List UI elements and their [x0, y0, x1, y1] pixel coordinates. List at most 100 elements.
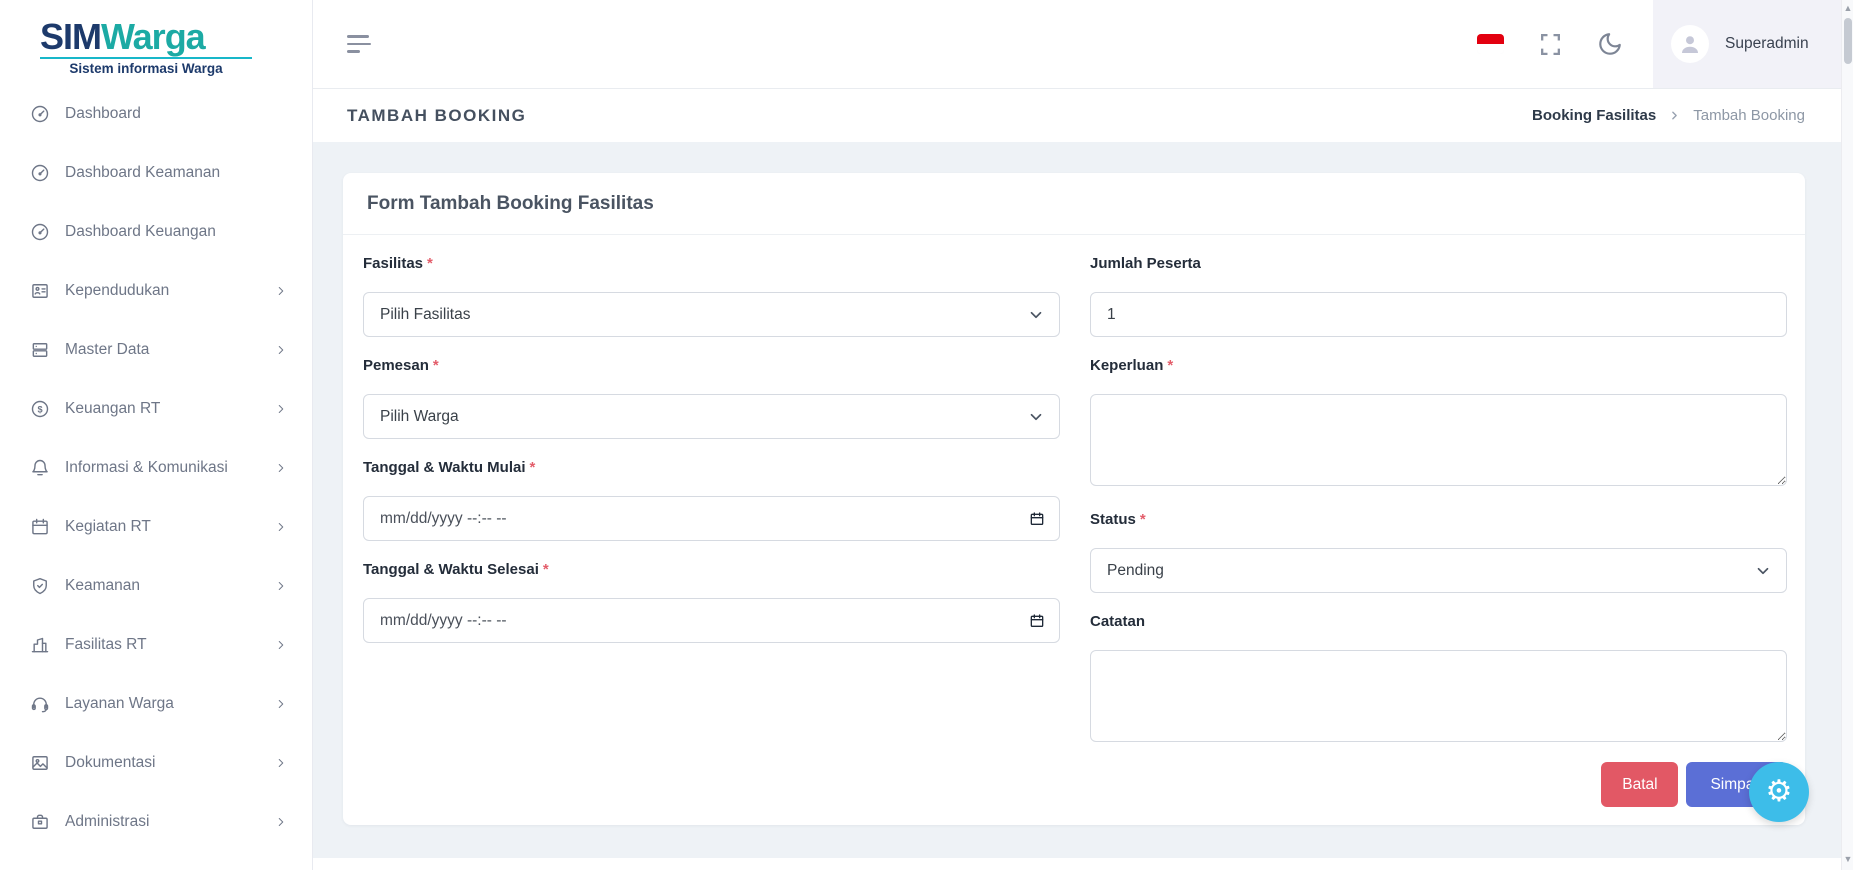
- sidebar-item-keuangan-rt[interactable]: $ Keuangan RT: [0, 379, 312, 438]
- page-scrollbar[interactable]: ▲ ▼: [1841, 0, 1853, 870]
- calendar-icon[interactable]: [1029, 613, 1045, 629]
- moon-icon[interactable]: [1597, 31, 1623, 57]
- sidebar-item-dashboard-keuangan[interactable]: Dashboard Keuangan: [0, 202, 312, 261]
- sidebar-item-label: Kependudukan: [65, 282, 274, 300]
- brand-word-secondary: Warga: [101, 16, 205, 57]
- breadcrumb-current: Tambah Booking: [1693, 107, 1805, 124]
- sidebar-menu: Dashboard Dashboard Keamanan Dashboard K…: [0, 84, 312, 851]
- brand-logo[interactable]: SIMWarga Sistem informasi Warga: [0, 0, 312, 76]
- sidebar-item-label: Fasilitas RT: [65, 636, 274, 654]
- status-select[interactable]: Pending: [1090, 548, 1787, 593]
- brand-tagline: Sistem informasi Warga: [40, 61, 252, 76]
- avatar: [1671, 25, 1709, 63]
- tanggal-selesai-label: Tanggal & Waktu Selesai*: [363, 561, 1060, 579]
- sidebar-item-label: Dashboard: [65, 105, 288, 123]
- catatan-textarea[interactable]: [1090, 650, 1787, 742]
- id-card-icon: [30, 281, 50, 301]
- chevron-right-icon: [274, 697, 288, 711]
- sidebar-item-keamanan[interactable]: Keamanan: [0, 556, 312, 615]
- chevron-right-icon: [274, 343, 288, 357]
- required-asterisk: *: [433, 357, 439, 374]
- breadcrumb-parent-link[interactable]: Booking Fasilitas: [1532, 107, 1656, 124]
- gauge-icon: [30, 222, 50, 242]
- sidebar-item-fasilitas-rt[interactable]: Fasilitas RT: [0, 615, 312, 674]
- sidebar-item-label: Informasi & Komunikasi: [65, 459, 274, 477]
- chevron-right-icon: [1668, 109, 1681, 122]
- tanggal-mulai-datetime-input[interactable]: mm/dd/yyyy --:-- --: [363, 496, 1060, 541]
- sidebar-item-label: Master Data: [65, 341, 274, 359]
- scroll-up-icon[interactable]: ▲: [1842, 3, 1853, 13]
- sidebar-item-label: Dokumentasi: [65, 754, 274, 772]
- sidebar-item-dokumentasi[interactable]: Dokumentasi: [0, 733, 312, 792]
- booking-form: Fasilitas* Pilih Fasilitas Pemesan* Pili…: [343, 235, 1805, 767]
- chevron-right-icon: [274, 284, 288, 298]
- scroll-down-icon[interactable]: ▼: [1842, 854, 1853, 864]
- indonesia-flag-icon[interactable]: [1477, 34, 1504, 54]
- app-root: SIMWarga Sistem informasi Warga Dashboar…: [0, 0, 1853, 870]
- page-title-bar: TAMBAH BOOKING Booking Fasilitas Tambah …: [313, 89, 1841, 142]
- brand-wordmark: SIMWarga: [40, 18, 312, 56]
- form-card-header: Form Tambah Booking Fasilitas: [343, 173, 1805, 235]
- pemesan-selected-value: Pilih Warga: [380, 408, 459, 426]
- calendar-icon: [30, 517, 50, 537]
- jumlah-peserta-input[interactable]: [1090, 292, 1787, 337]
- svg-text:$: $: [37, 404, 42, 414]
- required-asterisk: *: [530, 459, 536, 476]
- main-area: Superadmin TAMBAH BOOKING Booking Fasili…: [313, 0, 1841, 870]
- sidebar-item-dashboard-keamanan[interactable]: Dashboard Keamanan: [0, 143, 312, 202]
- headset-icon: [30, 694, 50, 714]
- datetime-placeholder: mm/dd/yyyy --:-- --: [380, 612, 507, 630]
- form-card-title: Form Tambah Booking Fasilitas: [367, 193, 654, 215]
- field-pemesan: Pemesan* Pilih Warga: [363, 357, 1060, 439]
- required-asterisk: *: [1167, 357, 1173, 374]
- pemesan-select[interactable]: Pilih Warga: [363, 394, 1060, 439]
- sidebar-item-informasi-komunikasi[interactable]: Informasi & Komunikasi: [0, 438, 312, 497]
- gauge-icon: [30, 163, 50, 183]
- sidebar-item-layanan-warga[interactable]: Layanan Warga: [0, 674, 312, 733]
- brand-word-primary: SIM: [40, 16, 101, 57]
- field-catatan: Catatan: [1090, 613, 1787, 747]
- fasilitas-label: Fasilitas*: [363, 255, 1060, 273]
- form-right-column: Jumlah Peserta Keperluan* Status* Pendin…: [1090, 255, 1787, 767]
- chevron-right-icon: [274, 520, 288, 534]
- catatan-label: Catatan: [1090, 613, 1787, 631]
- tanggal-selesai-datetime-input[interactable]: mm/dd/yyyy --:-- --: [363, 598, 1060, 643]
- briefcase-icon: [30, 812, 50, 832]
- sidebar-item-label: Kegiatan RT: [65, 518, 274, 536]
- field-fasilitas: Fasilitas* Pilih Fasilitas: [363, 255, 1060, 337]
- chevron-right-icon: [274, 461, 288, 475]
- top-header: Superadmin: [313, 0, 1841, 89]
- required-asterisk: *: [427, 255, 433, 272]
- sidebar-item-kependudukan[interactable]: Kependudukan: [0, 261, 312, 320]
- user-menu[interactable]: Superadmin: [1653, 0, 1841, 88]
- chevron-right-icon: [274, 756, 288, 770]
- pemesan-label: Pemesan*: [363, 357, 1060, 375]
- sidebar-item-label: Keuangan RT: [65, 400, 274, 418]
- sidebar-item-master-data[interactable]: Master Data: [0, 320, 312, 379]
- field-tanggal-mulai: Tanggal & Waktu Mulai* mm/dd/yyyy --:-- …: [363, 459, 1060, 541]
- database-icon: [30, 340, 50, 360]
- fullscreen-icon[interactable]: [1538, 32, 1563, 57]
- chevron-right-icon: [274, 638, 288, 652]
- sidebar-item-kegiatan-rt[interactable]: Kegiatan RT: [0, 497, 312, 556]
- keperluan-textarea[interactable]: [1090, 394, 1787, 486]
- gear-icon: ⚙: [1766, 777, 1793, 807]
- field-jumlah-peserta: Jumlah Peserta: [1090, 255, 1787, 337]
- form-left-column: Fasilitas* Pilih Fasilitas Pemesan* Pili…: [363, 255, 1060, 767]
- sidebar: SIMWarga Sistem informasi Warga Dashboar…: [0, 0, 313, 870]
- calendar-icon[interactable]: [1029, 511, 1045, 527]
- cancel-button[interactable]: Batal: [1601, 762, 1678, 807]
- sidebar-toggle-icon[interactable]: [347, 35, 371, 53]
- page-title: TAMBAH BOOKING: [347, 106, 526, 126]
- tanggal-mulai-label: Tanggal & Waktu Mulai*: [363, 459, 1060, 477]
- scrollbar-thumb[interactable]: [1844, 18, 1852, 64]
- fasilitas-select[interactable]: Pilih Fasilitas: [363, 292, 1060, 337]
- status-selected-value: Pending: [1107, 562, 1164, 580]
- sidebar-item-label: Dashboard Keamanan: [65, 164, 288, 182]
- chevron-down-icon: [1027, 306, 1045, 324]
- sidebar-item-administrasi[interactable]: Administrasi: [0, 792, 312, 851]
- breadcrumb: Booking Fasilitas Tambah Booking: [1532, 107, 1805, 124]
- settings-fab-button[interactable]: ⚙: [1749, 762, 1809, 822]
- sidebar-item-label: Administrasi: [65, 813, 274, 831]
- sidebar-item-dashboard[interactable]: Dashboard: [0, 84, 312, 143]
